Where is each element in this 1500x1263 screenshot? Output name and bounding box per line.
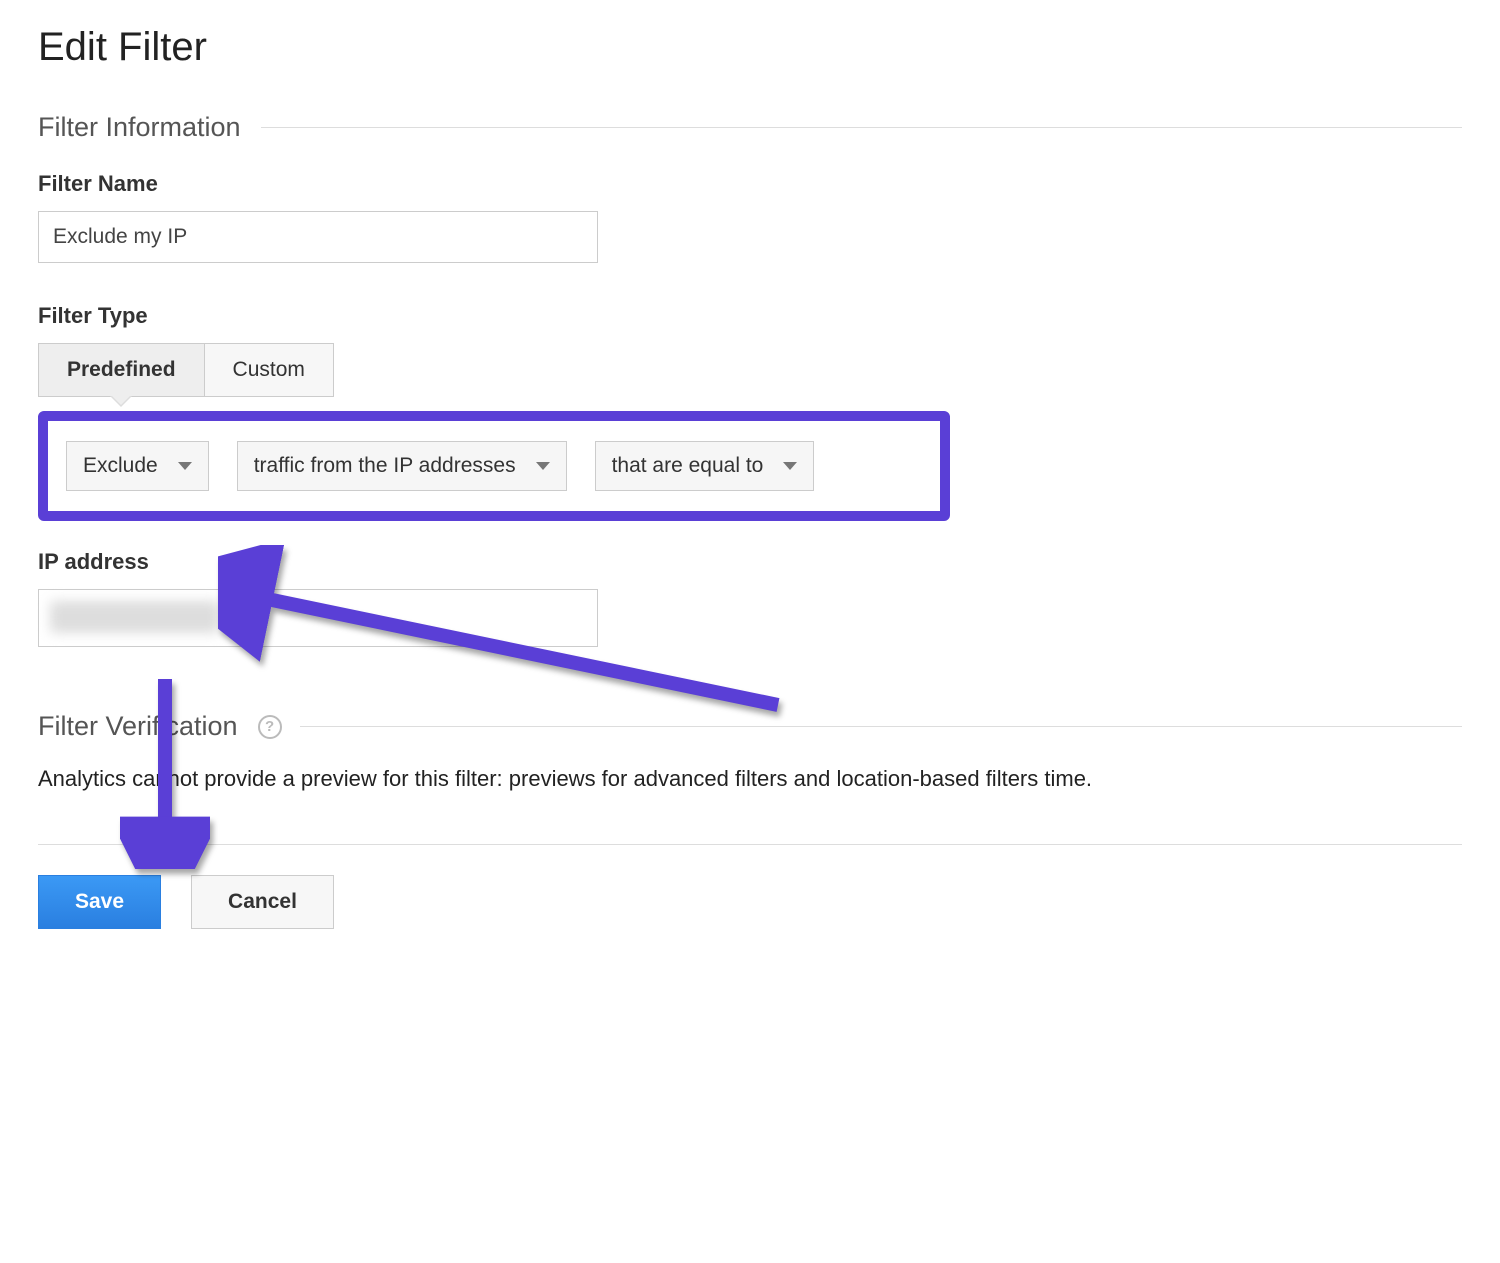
caret-down-icon <box>783 462 797 470</box>
tab-predefined[interactable]: Predefined <box>38 343 205 397</box>
help-icon[interactable]: ? <box>258 715 282 739</box>
filter-verification-section: Filter Verification ? Analytics cannot p… <box>38 711 1462 794</box>
ip-address-field: IP address <box>38 549 1462 647</box>
filter-match-dropdown[interactable]: that are equal to <box>595 441 815 491</box>
filter-name-field: Filter Name <box>38 171 1462 263</box>
filter-verification-header: Filter Verification ? <box>38 711 1462 742</box>
tab-custom-label: Custom <box>233 358 305 381</box>
page-title: Edit Filter <box>38 25 1462 70</box>
save-button[interactable]: Save <box>38 875 161 929</box>
redacted-ip-overlay <box>50 601 220 633</box>
tab-predefined-label: Predefined <box>67 358 176 381</box>
filter-type-tabs: Predefined Custom <box>38 343 1462 397</box>
form-actions: Save Cancel <box>38 875 1462 929</box>
filter-verification-label: Filter Verification <box>38 711 238 742</box>
filter-type-label: Filter Type <box>38 303 1462 329</box>
verification-message: Analytics cannot provide a preview for t… <box>38 764 1462 794</box>
divider <box>38 844 1462 845</box>
divider <box>261 127 1462 128</box>
filter-information-header: Filter Information <box>38 112 1462 143</box>
filter-name-label: Filter Name <box>38 171 1462 197</box>
cancel-button[interactable]: Cancel <box>191 875 334 929</box>
filter-name-input[interactable] <box>38 211 598 263</box>
filter-action-dropdown[interactable]: Exclude <box>66 441 209 491</box>
caret-down-icon <box>536 462 550 470</box>
filter-source-dropdown[interactable]: traffic from the IP addresses <box>237 441 567 491</box>
ip-address-label: IP address <box>38 549 1462 575</box>
tab-custom[interactable]: Custom <box>205 343 334 397</box>
filter-source-value: traffic from the IP addresses <box>254 454 516 478</box>
filter-action-value: Exclude <box>83 454 158 478</box>
active-tab-indicator-icon <box>110 396 132 407</box>
divider <box>300 726 1462 727</box>
filter-type-field: Filter Type Predefined Custom Exclude tr… <box>38 303 1462 521</box>
caret-down-icon <box>178 462 192 470</box>
filter-match-value: that are equal to <box>612 454 764 478</box>
filter-information-label: Filter Information <box>38 112 241 143</box>
predefined-filter-row-highlight: Exclude traffic from the IP addresses th… <box>38 411 950 521</box>
